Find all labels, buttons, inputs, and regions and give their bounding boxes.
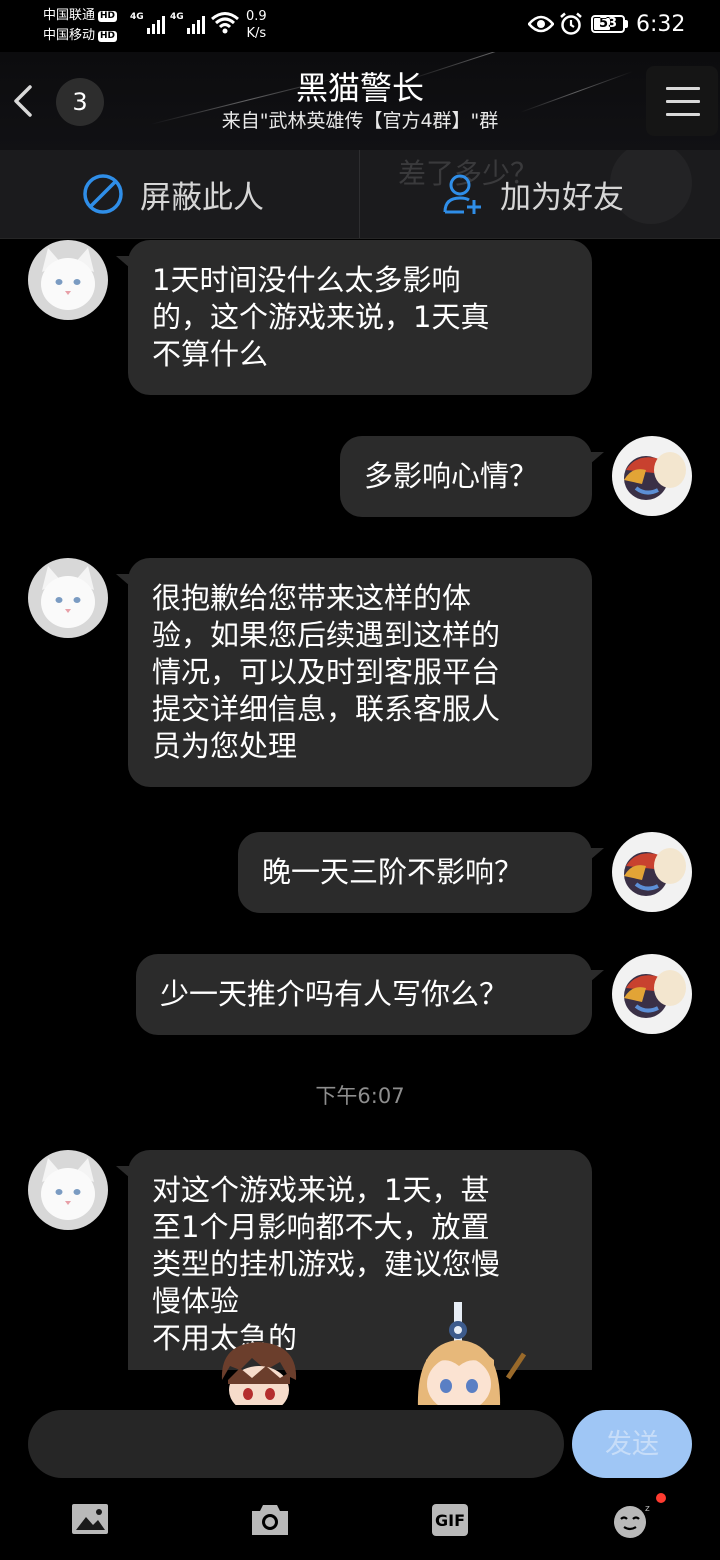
add-friend-label: 加为好友: [500, 179, 624, 216]
add-friend-button[interactable]: 加为好友: [442, 150, 624, 238]
message-bubble[interactable]: 少一天推介吗有人写你么？: [136, 954, 604, 1035]
carrier-1: 中国联通 HD: [43, 8, 118, 23]
chat-title: 黑猫警长: [295, 69, 424, 107]
action-divider: [359, 150, 360, 238]
message-bubble[interactable]: 很抱歉给您带来这样的体 验，如果您后续遇到这样的 情况，可以及时到客服平台 提交…: [116, 558, 592, 787]
eye-comfort-icon: [528, 15, 554, 33]
alarm-icon: [560, 12, 582, 35]
battery-icon: 53: [591, 15, 625, 33]
chibi-girl-decoration: [417, 1302, 527, 1408]
user-avatar[interactable]: [612, 436, 692, 516]
send-button[interactable]: 发送: [572, 1410, 692, 1478]
image-picker-icon[interactable]: [70, 1501, 114, 1539]
status-time: 6:32: [636, 12, 686, 37]
chibi-boy-decoration: [221, 1342, 297, 1408]
signal-strength-icon-2: 4G: [170, 12, 205, 34]
add-friend-icon: [443, 174, 481, 214]
message-bubble[interactable]: 多影响心情？: [340, 436, 604, 517]
chat-subtitle: 来自"武林英雄传【官方4群】"群: [221, 110, 499, 132]
message-timestamp: 下午6:07: [315, 1084, 405, 1108]
gif-picker-icon[interactable]: GIF: [432, 1504, 468, 1536]
battery-cap: [625, 20, 628, 28]
block-icon: [83, 174, 123, 214]
input-area: 发送 GIF z: [0, 1405, 720, 1560]
message-bubble[interactable]: 晚一天三阶不影响？: [238, 832, 604, 913]
message-input[interactable]: [28, 1410, 564, 1478]
message-bubble[interactable]: 1天时间没什么太多影响 的，这个游戏来说，1天真 不算什么: [116, 240, 592, 395]
action-bar: 差了多少？ 屏蔽此人 加为好友: [0, 150, 720, 239]
chat-message-list[interactable]: 1天时间没什么太多影响 的，这个游戏来说，1天真 不算什么 多影响心情？ 很抱歉…: [0, 238, 720, 1370]
white-cat-avatar[interactable]: [28, 240, 108, 320]
network-speed: 0.9 K/s: [246, 9, 267, 41]
camera-icon[interactable]: [248, 1501, 292, 1539]
white-cat-avatar[interactable]: [28, 1150, 108, 1230]
status-bar: 中国联通 HD 中国移动 HD 4G 4G 0.9 K/s 53 6:32: [0, 0, 720, 52]
emoji-picker-icon[interactable]: z: [610, 1501, 654, 1539]
block-user-button[interactable]: 屏蔽此人: [82, 150, 264, 238]
block-user-label: 屏蔽此人: [140, 179, 264, 216]
svg-text:z: z: [645, 1504, 650, 1514]
user-avatar[interactable]: [612, 954, 692, 1034]
menu-button[interactable]: [646, 66, 718, 136]
carrier-2: 中国移动 HD: [43, 28, 118, 43]
chat-header: 3 黑猫警长 来自"武林英雄传【官方4群】"群: [0, 52, 720, 150]
notification-dot: [656, 1493, 666, 1503]
user-avatar[interactable]: [612, 832, 692, 912]
wifi-icon: [211, 12, 239, 34]
white-cat-avatar[interactable]: [28, 558, 108, 638]
signal-strength-icon-1: 4G: [130, 12, 165, 34]
